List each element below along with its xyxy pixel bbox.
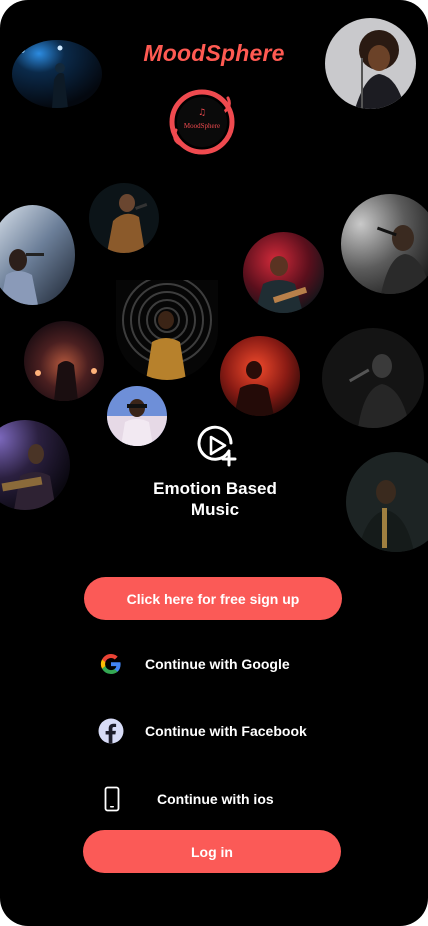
login-button[interactable]: Log in bbox=[83, 830, 341, 873]
signup-button-label: Click here for free sign up bbox=[126, 590, 300, 607]
concert-photo bbox=[346, 452, 428, 552]
facebook-login-button[interactable]: Continue with Facebook bbox=[0, 709, 428, 753]
concert-photo bbox=[89, 183, 159, 253]
login-button-label: Log in bbox=[191, 843, 233, 860]
phone-screen: MoodSphere ♫ MoodSphere Emotion Based Mu… bbox=[0, 0, 428, 926]
tagline: Emotion Based Music bbox=[153, 479, 277, 519]
logo-wordmark: MoodSphere bbox=[184, 122, 220, 130]
app-logo: ♫ MoodSphere bbox=[166, 86, 238, 158]
concert-photo bbox=[341, 194, 428, 294]
concert-photo bbox=[243, 232, 324, 313]
concert-photo bbox=[116, 280, 218, 380]
concert-photo bbox=[322, 328, 424, 428]
phone-icon bbox=[99, 786, 125, 812]
concert-photo bbox=[24, 321, 104, 401]
google-login-label: Continue with Google bbox=[145, 656, 290, 672]
concert-photo bbox=[220, 336, 300, 416]
concert-photo bbox=[0, 205, 75, 305]
concert-photo bbox=[0, 420, 70, 510]
facebook-icon bbox=[98, 718, 124, 744]
svg-text:♫: ♫ bbox=[198, 108, 206, 118]
facebook-login-label: Continue with Facebook bbox=[145, 723, 307, 739]
concert-photo bbox=[12, 40, 102, 108]
play-add-icon bbox=[195, 425, 239, 469]
google-icon bbox=[98, 651, 124, 677]
ios-login-label: Continue with ios bbox=[157, 791, 274, 807]
ios-login-button[interactable]: Continue with ios bbox=[0, 777, 428, 821]
concert-photo bbox=[107, 386, 167, 446]
concert-photo bbox=[325, 18, 416, 109]
signup-button[interactable]: Click here for free sign up bbox=[84, 577, 342, 620]
google-login-button[interactable]: Continue with Google bbox=[0, 642, 428, 686]
